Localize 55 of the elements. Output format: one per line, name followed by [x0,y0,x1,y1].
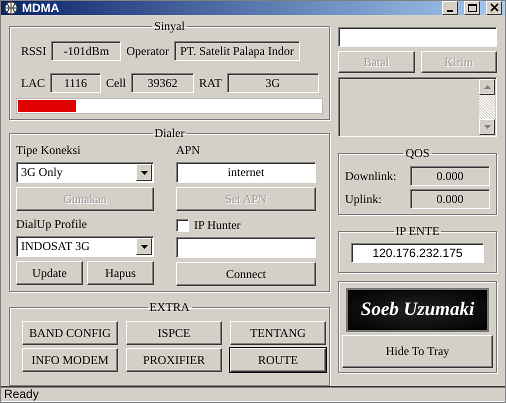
field-label: RAT [199,76,222,90]
scroll-down-icon[interactable] [482,124,492,130]
field-label: RSSI [21,44,46,58]
group-title: Sinyal [153,19,186,34]
profile-button[interactable]: Update [16,261,83,285]
readout-field: PT. Satelit Palapa Indor [174,41,300,61]
status-bar: Ready [1,386,505,402]
dropdown[interactable]: INDOSAT 3G [16,236,154,257]
extra-button[interactable]: BAND CONFIG [22,321,118,345]
field-label: LAC [21,76,45,90]
hide-button[interactable]: Hide To Tray [342,335,493,368]
close-button[interactable] [486,1,502,15]
checkbox-label: IP Hunter [194,218,241,232]
maximize-button[interactable] [464,1,480,15]
group-title: EXTRA [148,300,190,315]
field-label: Cell [106,76,126,90]
field-label: APN [176,143,202,158]
extra-button[interactable]: ISPCE [126,321,222,345]
logo: Soeb Uzumaki [346,288,489,332]
ip-field: 120.176.232.175 [351,243,484,263]
field-label: Downlink: [345,168,396,184]
group-title: IP ENTE [394,224,440,239]
checkbox[interactable] [176,218,189,232]
minimize-button[interactable] [442,1,458,15]
close-icon[interactable] [488,3,500,13]
field-label: Uplink: [345,192,382,206]
input-field[interactable] [338,27,497,47]
field-label: Operator [126,44,170,58]
field-label: Tipe Koneksi [16,143,82,158]
window-title: MDMA [22,1,60,15]
readout-field: -101dBm [51,41,122,61]
scroll-up-icon[interactable] [482,84,492,90]
extra-button[interactable]: INFO MODEM [22,348,118,372]
readout-field: 3G [226,73,319,93]
input-field[interactable] [176,237,316,258]
group-title: QOS [404,146,430,161]
readout-field: 1116 [50,73,101,93]
readout-field: 39362 [131,73,194,93]
dropdown-arrow-icon[interactable] [140,170,148,176]
profile-button[interactable]: Hapus [87,261,154,285]
scrollbar[interactable] [479,79,495,135]
globe-icon [4,1,18,15]
maximize-icon[interactable] [466,3,478,13]
text-area[interactable] [338,77,497,137]
readout-field: 0.000 [410,189,490,209]
readout-field: 0.000 [410,166,490,186]
field-label: DialUp Profile [16,217,88,232]
connect-button[interactable]: Connect [176,262,316,286]
extra-button[interactable]: PROXIFIER [126,348,222,372]
group-title: Dialer [154,126,186,141]
apn-field[interactable]: internet [176,162,316,183]
dropdown-arrow-icon[interactable] [140,244,148,250]
extra-button[interactable]: ROUTE [230,348,326,372]
dropdown[interactable]: 3G Only [16,162,154,183]
extra-button[interactable]: TENTANG [230,321,326,345]
